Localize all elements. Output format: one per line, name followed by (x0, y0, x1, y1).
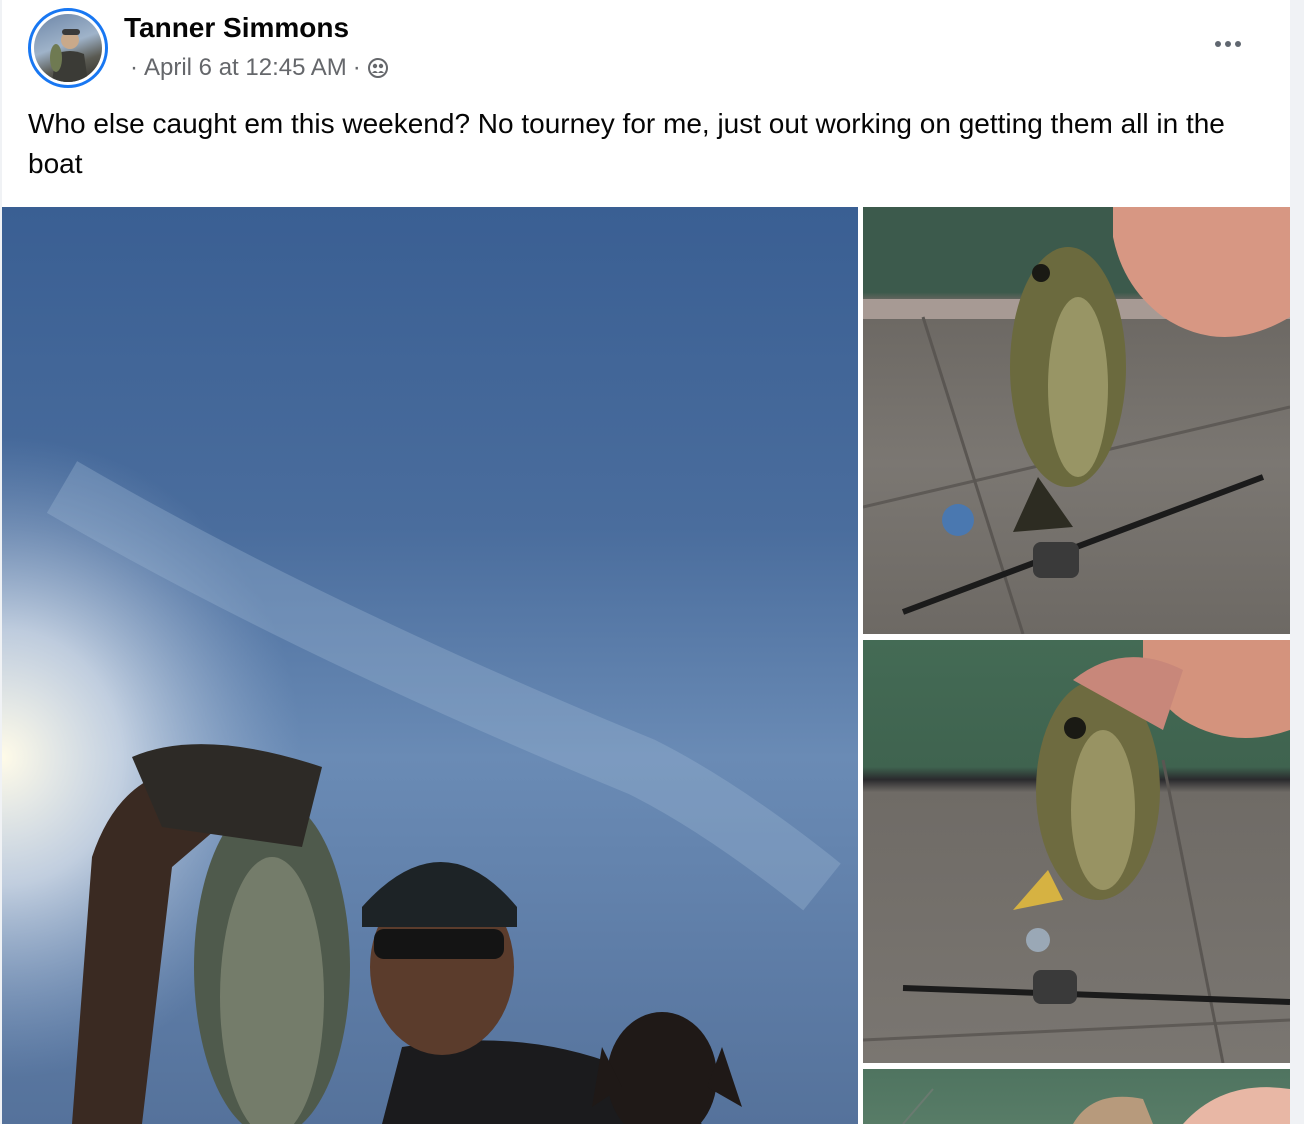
photo-main[interactable] (2, 207, 858, 1124)
meta-separator: · (352, 54, 361, 81)
photo-3[interactable] (863, 640, 1290, 1063)
more-options-icon[interactable] (1206, 30, 1250, 58)
post-text: Who else caught em this weekend? No tour… (28, 108, 1225, 179)
post-card: Tanner Simmons · April 6 at 12:45 AM · W… (2, 0, 1290, 1124)
post-meta: · April 6 at 12:45 AM · (130, 54, 389, 82)
avatar-image (34, 14, 102, 82)
photo-2[interactable] (863, 207, 1290, 634)
friends-icon[interactable] (367, 57, 389, 79)
author-name[interactable]: Tanner Simmons (124, 12, 349, 44)
meta-separator: · (130, 54, 138, 81)
photo-4[interactable] (863, 1069, 1290, 1124)
author-avatar[interactable] (28, 8, 108, 88)
post-timestamp[interactable]: April 6 at 12:45 AM (144, 54, 347, 82)
